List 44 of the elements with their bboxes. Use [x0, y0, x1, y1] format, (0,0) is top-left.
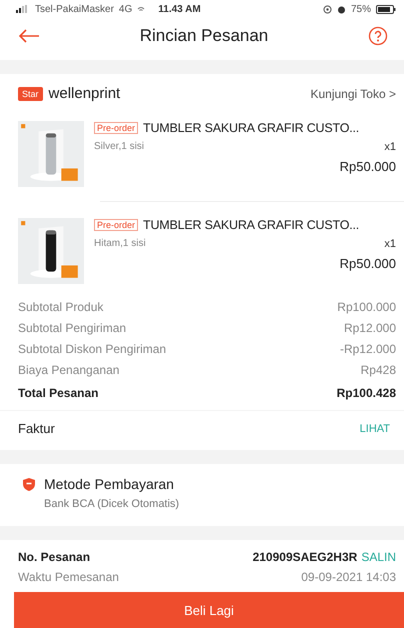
product-price: Rp50.000 [340, 256, 396, 272]
status-time: 11.43 AM [158, 4, 201, 15]
product-title[interactable]: TUMBLER SAKURA GRAFIR CUSTO... [143, 218, 360, 232]
page-title: Rincian Pesanan [140, 26, 268, 46]
star-badge: Star [18, 86, 43, 101]
order-value: 210909SAEG2H3R [252, 550, 358, 564]
product-price: Rp50.000 [340, 159, 396, 174]
summary-label: Biaya Penanganan [18, 362, 120, 377]
summary-label: Subtotal Diskon Pengiriman [18, 342, 166, 356]
summary-label: Subtotal Pengiriman [18, 320, 126, 335]
order-value: 09-09-2021 14:03 [301, 570, 396, 584]
summary-value: -Rp12.000 [340, 342, 396, 356]
pre-order-tag: Pre-order [94, 219, 138, 232]
help-icon[interactable] [368, 26, 388, 46]
network-type: 4G [118, 4, 132, 15]
summary-value: Rp100.000 [337, 300, 396, 314]
alarm-icon [336, 4, 346, 14]
buy-again-button[interactable]: Beli Lagi [14, 592, 404, 628]
summary-label: Subtotal Produk [18, 300, 104, 314]
product-variant: Silver,1 sisi [94, 141, 144, 154]
pre-order-tag: Pre-order [94, 122, 138, 134]
summary-value: Rp428 [360, 362, 396, 377]
product-quantity: x1 [384, 141, 396, 154]
product-quantity: x1 [384, 238, 396, 250]
visit-shop-link[interactable]: Kunjungi Toko > [310, 86, 396, 101]
shield-icon [22, 476, 36, 492]
invoice-label: Faktur [18, 421, 55, 436]
signal-icon [16, 5, 30, 14]
carrier-name: Tsel-PakaiMasker [35, 4, 114, 15]
product-title[interactable]: TUMBLER SAKURA GRAFIR CUSTO... [143, 121, 360, 136]
summary-label: Total Pesanan [18, 386, 98, 400]
battery-percent: 75% [350, 4, 371, 15]
order-label: No. Pesanan [18, 550, 90, 564]
battery-icon [376, 4, 396, 14]
back-arrow-icon[interactable] [18, 29, 40, 44]
order-label: Waktu Pemesanan [18, 570, 119, 584]
shop-name: wellenprint [48, 85, 120, 102]
product-variant: Hitam,1 sisi [94, 238, 146, 250]
summary-value: Rp12.000 [344, 320, 396, 335]
summary-value: Rp100.428 [336, 386, 396, 400]
location-icon [322, 4, 332, 14]
payment-method: Bank BCA (Dicek Otomatis) [43, 498, 180, 510]
payment-title: Metode Pembayaran [44, 476, 174, 492]
wifi-icon [137, 5, 146, 14]
